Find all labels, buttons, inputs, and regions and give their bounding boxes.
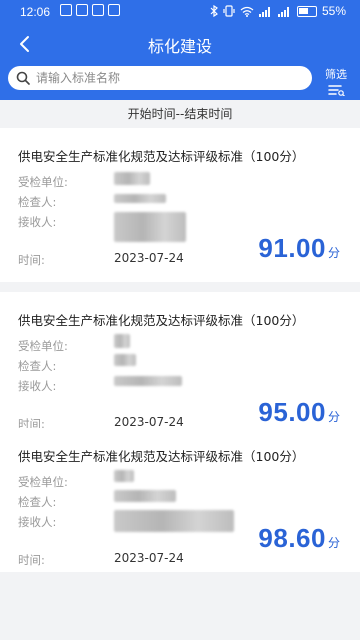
notification-icons (60, 4, 120, 16)
inspector-label: 检查人: (18, 359, 57, 373)
filter-button[interactable]: 筛选 (322, 68, 350, 97)
redacted-value (114, 194, 166, 203)
redacted-value (114, 510, 234, 532)
search-icon (16, 71, 30, 85)
status-bar: 12:06 55% (0, 0, 360, 24)
inspector-label: 检查人: (18, 195, 57, 209)
search-input[interactable] (36, 71, 296, 85)
status-indicators: 55% (210, 4, 346, 18)
record-score: 98.60 分 (258, 523, 340, 554)
time-range-filter[interactable]: 开始时间--结束时间 (0, 102, 360, 126)
record-score: 95.00 分 (258, 397, 340, 428)
signal-icon (277, 6, 289, 17)
vibrate-icon (223, 5, 235, 17)
record-title: 供电安全生产标准化规范及达标评级标准（100分） (18, 449, 305, 464)
inspected-unit-label: 受检单位: (18, 175, 68, 189)
filter-label: 筛选 (325, 68, 347, 81)
score-unit: 分 (327, 246, 340, 260)
receiver-label: 接收人: (18, 379, 57, 393)
notification-icon (60, 4, 72, 16)
notification-icon (108, 4, 120, 16)
battery-icon (296, 5, 317, 17)
inspector-label: 检查人: (18, 495, 57, 509)
notification-icon (76, 4, 88, 16)
redacted-value (114, 376, 182, 386)
app-header: 12:06 55% 标化建设 筛选 (0, 0, 360, 100)
wifi-icon (240, 6, 254, 17)
record-card[interactable]: 供电安全生产标准化规范及达标评级标准（100分） 受检单位: 检查人: 接收人:… (0, 128, 360, 282)
notification-icon (92, 4, 104, 16)
record-title: 供电安全生产标准化规范及达标评级标准（100分） (18, 313, 305, 328)
record-card[interactable]: 供电安全生产标准化规范及达标评级标准（100分） 受检单位: 检查人: 接收人:… (0, 292, 360, 446)
time-label: 时间: (18, 553, 45, 567)
bluetooth-icon (210, 5, 218, 17)
record-date: 2023-07-24 (114, 415, 184, 429)
filter-icon (328, 85, 345, 97)
receiver-label: 接收人: (18, 515, 57, 529)
redacted-value (114, 470, 134, 482)
score-unit: 分 (327, 410, 340, 424)
score-value: 91.00 (258, 233, 326, 263)
search-bar[interactable] (8, 66, 312, 90)
score-value: 98.60 (258, 523, 326, 553)
record-date: 2023-07-24 (114, 551, 184, 565)
redacted-value (114, 212, 186, 242)
record-title: 供电安全生产标准化规范及达标评级标准（100分） (18, 149, 305, 164)
signal-icon (258, 6, 270, 17)
record-date: 2023-07-24 (114, 251, 184, 265)
record-card[interactable]: 供电安全生产标准化规范及达标评级标准（100分） 受检单位: 检查人: 接收人:… (0, 428, 360, 572)
redacted-value (114, 354, 136, 366)
page-title: 标化建设 (147, 37, 212, 56)
record-score: 91.00 分 (258, 233, 340, 264)
title-bar: 标化建设 (0, 24, 360, 64)
time-label: 时间: (18, 253, 45, 267)
redacted-value (114, 172, 150, 185)
score-unit: 分 (327, 536, 340, 550)
redacted-value (114, 490, 176, 502)
redacted-value (114, 334, 130, 348)
inspected-unit-label: 受检单位: (18, 475, 68, 489)
status-time: 12:06 (20, 5, 51, 19)
battery-percent: 55% (321, 4, 346, 18)
inspected-unit-label: 受检单位: (18, 339, 68, 353)
score-value: 95.00 (258, 397, 326, 427)
receiver-label: 接收人: (18, 215, 57, 229)
